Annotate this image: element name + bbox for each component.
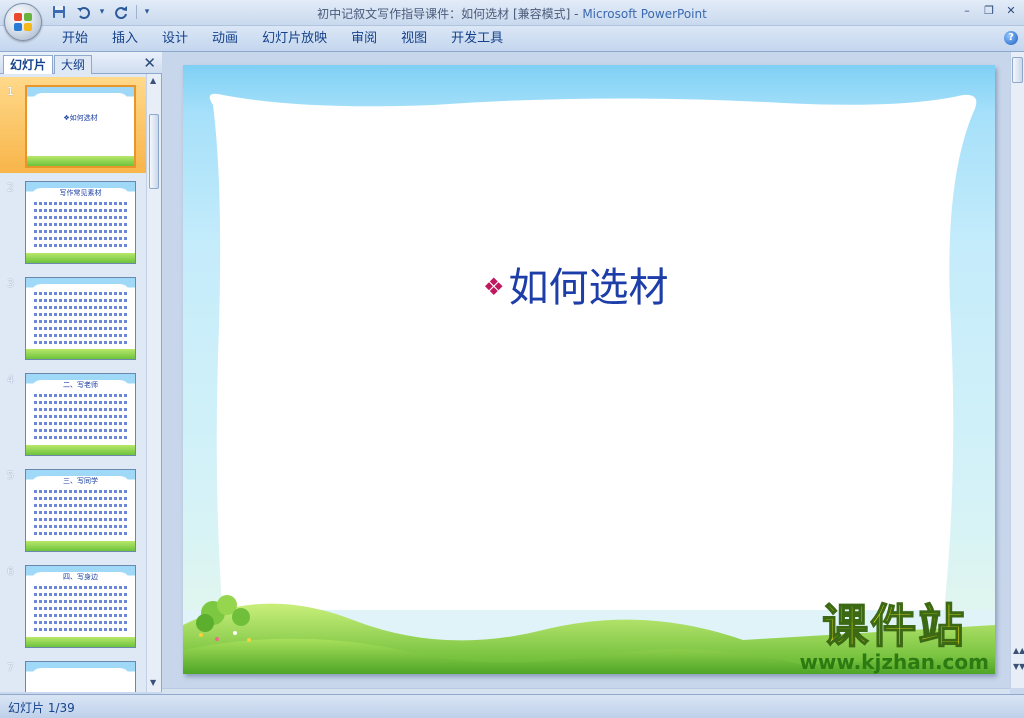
slide-title-text: 如何选材 [508,265,669,311]
thumbnail-title: 写作常见素材 [59,189,102,197]
thumbnail-number: 6 [7,565,14,578]
thumbnail-title: ❖如何选材 [63,114,98,122]
slide-scrollbar[interactable]: ▲▲ ▼▼ [1010,52,1024,688]
tab-slides[interactable]: 幻灯片 [3,55,54,74]
ribbon: 开始 插入 设计 动画 幻灯片放映 审阅 视图 开发工具 ? [0,26,1024,52]
thumbnail-item[interactable]: 5 三、写同学 [0,461,146,557]
thumbnail-preview [25,661,136,692]
thumbnail-title: 二、写老师 [63,381,98,389]
tab-home[interactable]: 开始 [50,30,100,48]
thumbnail-number: 2 [7,181,14,194]
slide-title[interactable]: ❖ 如何选材 [483,255,669,313]
thumbnail-number: 4 [7,373,14,386]
minimize-button[interactable]: – [958,3,976,19]
watermark-text: 课件站 [821,599,967,653]
thumbnail-preview: 写作常见素材 [25,181,136,264]
slides-panel: 幻灯片 大纲 ✕ 1 ❖如何选材 2 写作常见素材 3 4 二、写老师 5 三、… [0,52,162,692]
thumbnail-item[interactable]: 2 写作常见素材 [0,173,146,269]
thumbnail-item[interactable]: 3 [0,269,146,365]
scrollbar-thumb[interactable] [1012,57,1023,83]
slide-editor: ❖ 如何选材 课件站 www.kjzhan.com [162,52,1010,688]
tab-review[interactable]: 审阅 [339,30,389,48]
status-bar: 幻灯片 1/39 [0,694,1024,718]
tab-animations[interactable]: 动画 [200,30,250,48]
thumbnail-preview: 二、写老师 [25,373,136,456]
watermark-url: www.kjzhan.com [799,650,989,674]
thumbnail-number: 5 [7,469,14,482]
office-logo-icon [14,13,32,31]
tab-slideshow[interactable]: 幻灯片放映 [250,30,339,48]
thumbnail-number: 3 [7,277,14,290]
scrollbar-thumb[interactable] [149,114,159,189]
thumbnail-item[interactable]: 1 ❖如何选材 [0,77,146,173]
thumbnail-scrollbar[interactable]: ▲ ▼ [146,74,161,692]
document-title: 初中记叙文写作指导课件：如何选材 [兼容模式] - [317,7,583,21]
thumbnail-preview: 三、写同学 [25,469,136,552]
tab-insert[interactable]: 插入 [100,30,150,48]
thumbnail-preview: ❖如何选材 [25,85,136,168]
title-bar: ▾ ▾ 初中记叙文写作指导课件：如何选材 [兼容模式] - Microsoft … [0,0,1024,26]
thumbnail-list: 1 ❖如何选材 2 写作常见素材 3 4 二、写老师 5 三、写同学 6 四、写… [0,74,146,692]
office-button[interactable] [4,3,42,41]
slide-background [183,93,995,674]
watermark-logo: 课件站 www.kjzhan.com [799,599,989,674]
close-button[interactable]: ✕ [1002,3,1020,19]
ribbon-tabs: 开始 插入 设计 动画 幻灯片放映 审阅 视图 开发工具 [50,30,515,48]
scroll-up-icon[interactable]: ▲ [150,76,156,85]
window-title: 初中记叙文写作指导课件：如何选材 [兼容模式] - Microsoft Powe… [0,5,1024,22]
tab-view[interactable]: 视图 [389,30,439,48]
thumbnail-preview: 四、写身边 [25,565,136,648]
panel-tabs: 幻灯片 大纲 ✕ [0,52,162,74]
help-icon[interactable]: ? [1004,31,1018,45]
next-slide-icon[interactable]: ▼▼ [1013,662,1024,671]
bullet-diamond-icon: ❖ [483,273,505,301]
restore-button[interactable]: ❐ [980,3,998,19]
thumbnail-item[interactable]: 4 二、写老师 [0,365,146,461]
thumbnail-item[interactable]: 7 [0,653,146,692]
scroll-down-icon[interactable]: ▼ [150,678,156,687]
thumbnail-preview [25,277,136,360]
app-name: Microsoft PowerPoint [582,7,707,21]
tab-developer[interactable]: 开发工具 [439,30,515,48]
window-controls: – ❐ ✕ [958,3,1020,19]
thumbnail-item[interactable]: 6 四、写身边 [0,557,146,653]
thumbnail-title: 四、写身边 [63,573,98,581]
thumbnail-number: 7 [7,661,14,674]
thumbnail-title: 三、写同学 [63,477,98,485]
tab-design[interactable]: 设计 [150,30,200,48]
tab-outline[interactable]: 大纲 [54,55,93,74]
previous-slide-icon[interactable]: ▲▲ [1013,646,1024,655]
slide-indicator: 幻灯片 1/39 [8,701,75,715]
thumbnail-number: 1 [7,85,14,98]
close-panel-icon[interactable]: ✕ [143,54,156,72]
current-slide[interactable]: ❖ 如何选材 课件站 www.kjzhan.com [183,65,995,674]
